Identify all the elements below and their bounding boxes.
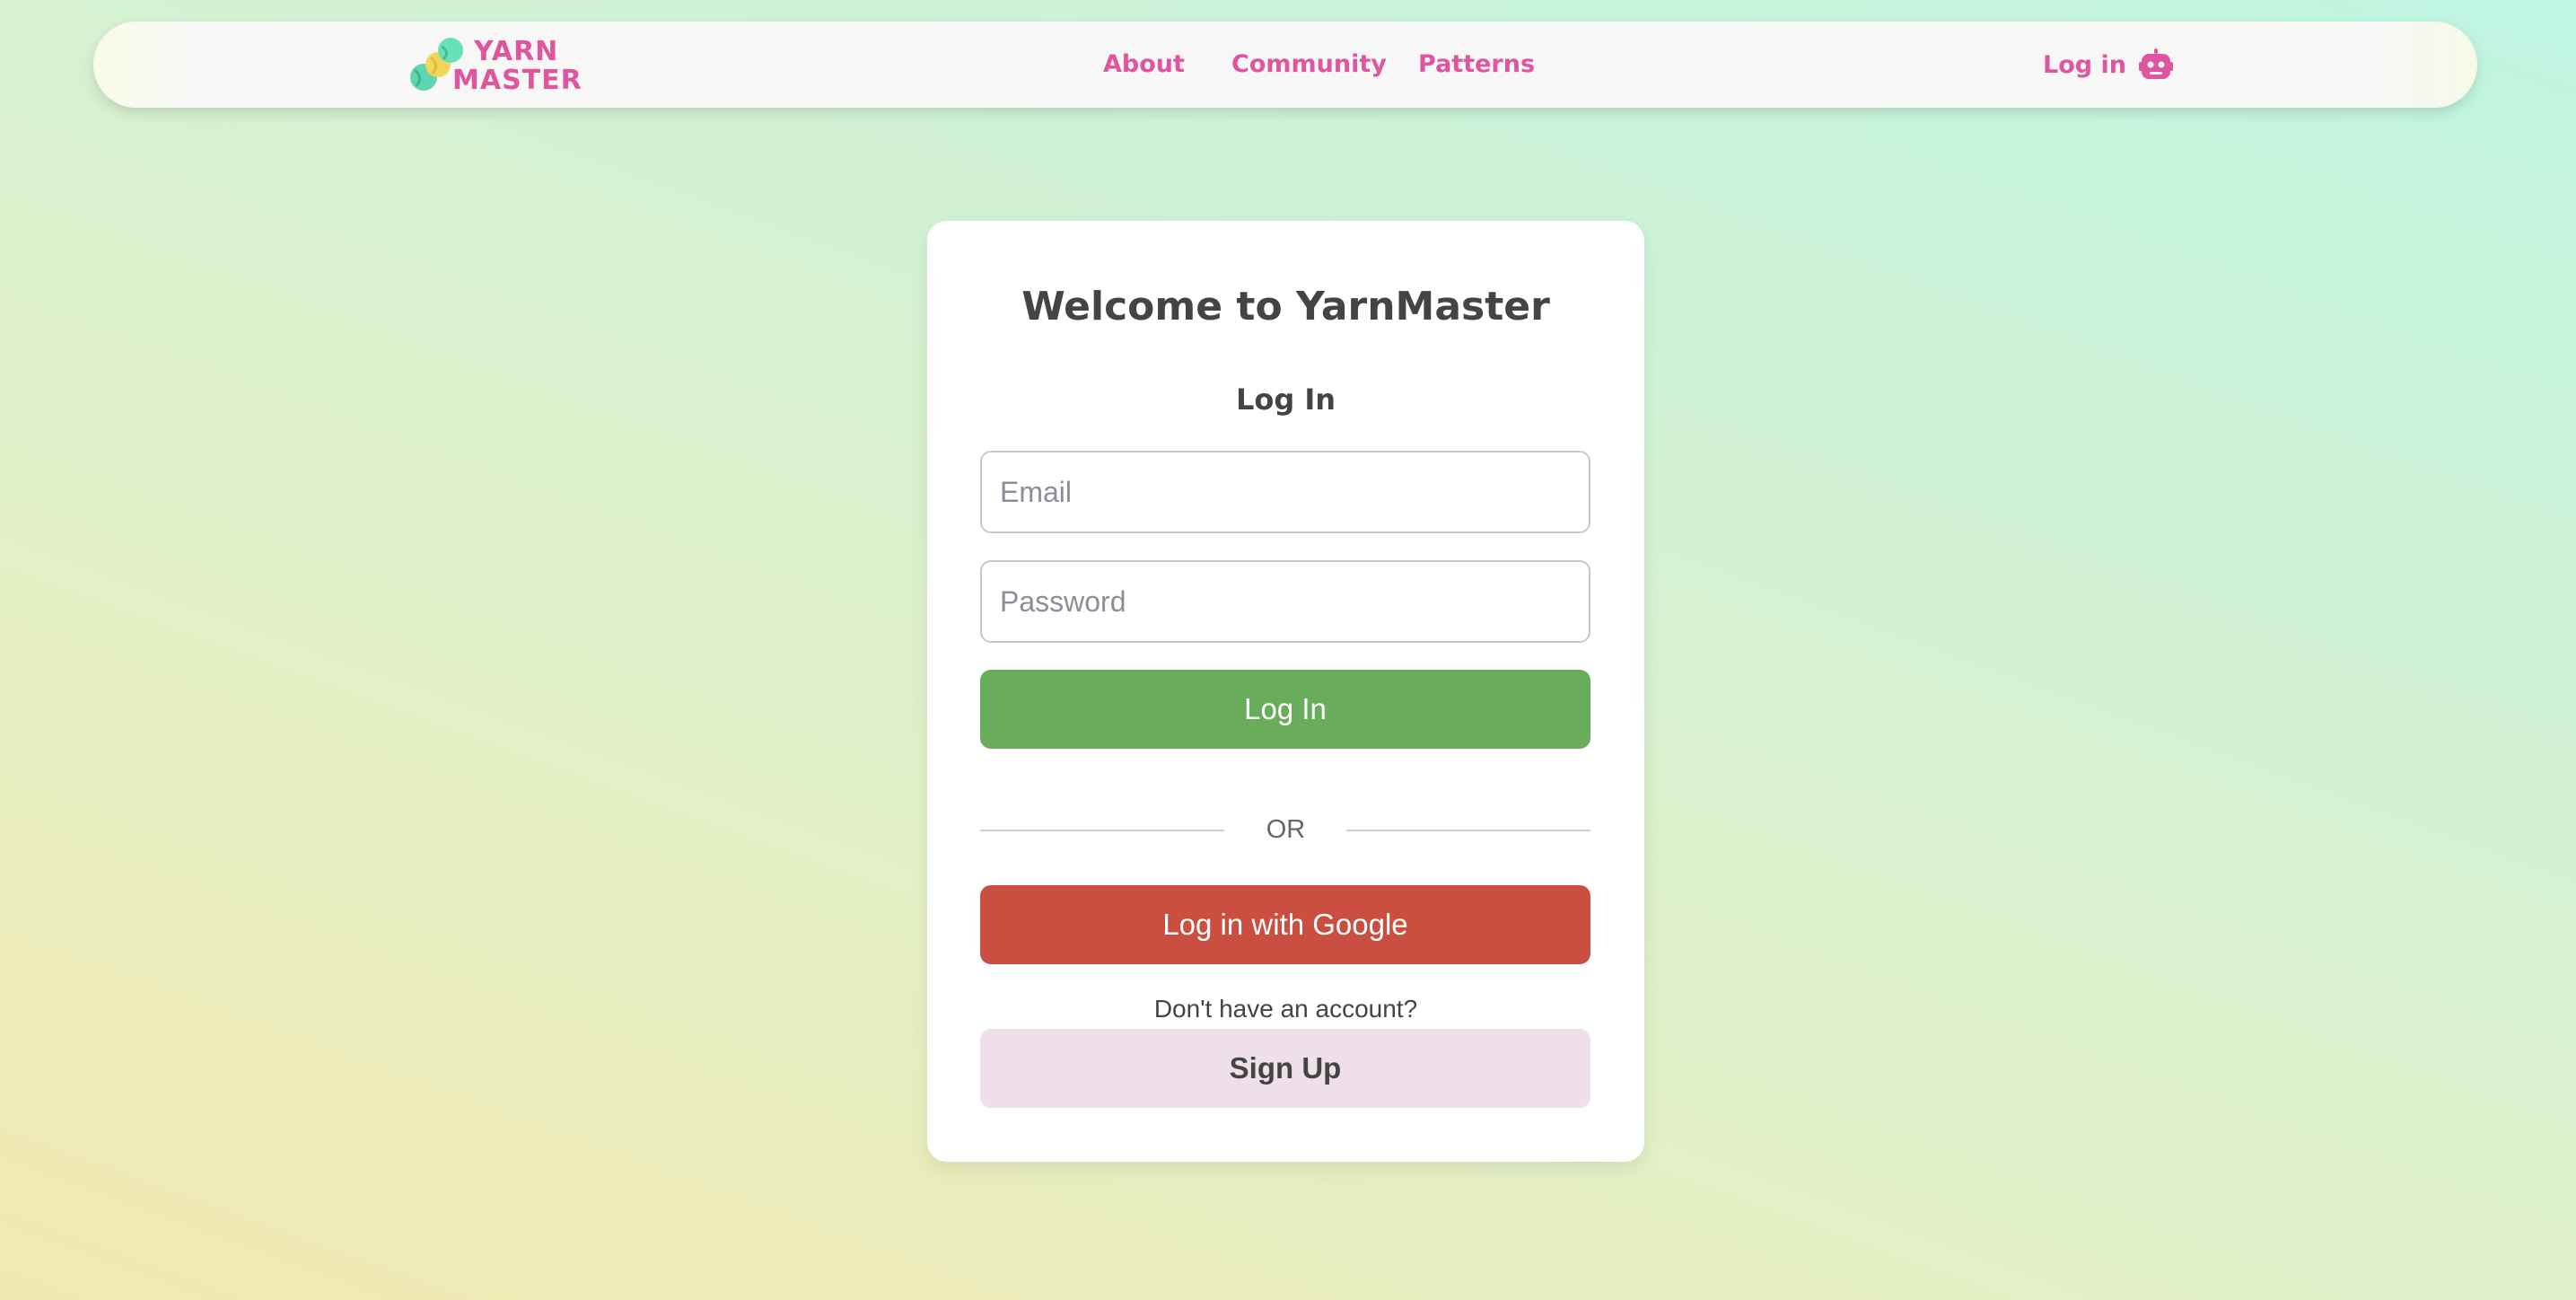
nav-link-patterns[interactable]: Patterns <box>1418 50 1535 78</box>
nav-login-label: Log in <box>2043 50 2126 79</box>
nav-login-link[interactable]: Log in <box>2043 48 2173 81</box>
nav-link-community[interactable]: Community <box>1231 50 1387 78</box>
no-account-text: Don't have an account? <box>1153 995 1418 1023</box>
google-login-button[interactable]: Log in with Google <box>980 885 1590 964</box>
email-field[interactable] <box>980 451 1590 533</box>
robot-icon <box>2138 48 2173 79</box>
login-button[interactable]: Log In <box>980 670 1590 749</box>
login-card: Welcome to YarnMaster Log In Log In OR L… <box>927 221 1644 1162</box>
login-subtitle: Log In <box>1235 382 1336 417</box>
signup-button[interactable]: Sign Up <box>980 1029 1590 1108</box>
top-navbar: YARN MASTER About Community Patterns Log… <box>93 22 2477 108</box>
divider-right <box>1346 830 1590 831</box>
nav-link-about[interactable]: About <box>1103 50 1185 78</box>
welcome-title: Welcome to YarnMaster <box>1021 284 1550 329</box>
password-field[interactable] <box>980 560 1590 643</box>
